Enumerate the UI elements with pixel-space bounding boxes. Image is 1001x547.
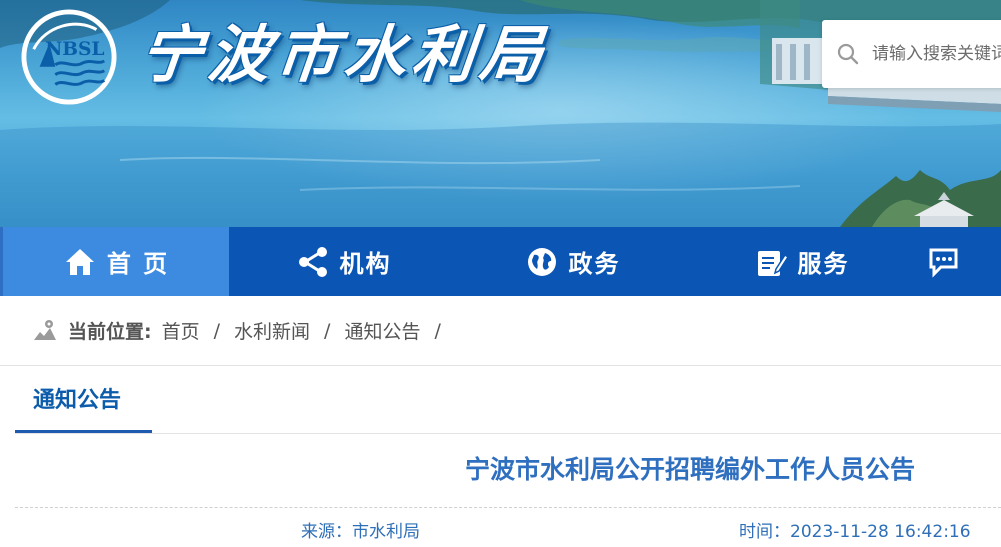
nav-label: 政务 <box>568 250 621 278</box>
form-icon <box>757 250 788 276</box>
nav-item-government-affairs[interactable]: 政务 <box>458 227 687 296</box>
nav-label: 机构 <box>339 250 392 278</box>
breadcrumb-item-notices[interactable]: 通知公告 <box>344 317 420 344</box>
tab-notices[interactable]: 通知公告 <box>15 366 152 433</box>
main-nav: 首 页 机构 政务 服务 <box>0 227 1001 296</box>
site-title: 宁波市水利局 <box>136 18 552 91</box>
breadcrumb-label: 当前位置: <box>68 321 152 343</box>
article-title: 宁波市水利局公开招聘编外工作人员公告 <box>464 455 915 484</box>
section-header: 通知公告 <box>15 366 1001 434</box>
breadcrumb-separator: / <box>324 319 331 342</box>
nbsl-logo-icon: NBSL <box>21 9 117 105</box>
breadcrumb-separator: / <box>434 319 441 342</box>
share-icon <box>298 246 327 277</box>
chat-icon <box>929 248 958 278</box>
nav-item-organization[interactable]: 机构 <box>229 227 458 296</box>
search-icon[interactable] <box>836 42 860 66</box>
globe-icon <box>527 247 556 276</box>
nav-item-interaction[interactable] <box>916 227 976 296</box>
nav-label: 首 页 <box>106 250 170 278</box>
breadcrumb: 当前位置: 首页 / 水利新闻 / 通知公告 / <box>0 296 1001 366</box>
nav-label: 服务 <box>797 250 850 278</box>
nav-item-home[interactable]: 首 页 <box>0 227 229 296</box>
breadcrumb-item-home[interactable]: 首页 <box>162 317 200 344</box>
nav-item-services[interactable]: 服务 <box>687 227 916 296</box>
header-banner: NBSL 宁波市水利局 <box>0 0 1001 227</box>
home-icon <box>65 248 94 275</box>
search-box[interactable] <box>822 20 1001 88</box>
breadcrumb-separator: / <box>213 319 221 342</box>
search-input[interactable] <box>872 38 1001 70</box>
location-map-icon <box>34 319 56 340</box>
article-meta: 来源：市水利局 时间：2023-11-28 16:42:16 <box>15 507 1001 547</box>
svg-text:NBSL: NBSL <box>45 39 104 60</box>
article-time: 时间：2023-11-28 16:42:16 <box>739 522 971 542</box>
breadcrumb-item-water-news[interactable]: 水利新闻 <box>234 317 310 344</box>
article-source: 来源：市水利局 <box>301 522 420 542</box>
